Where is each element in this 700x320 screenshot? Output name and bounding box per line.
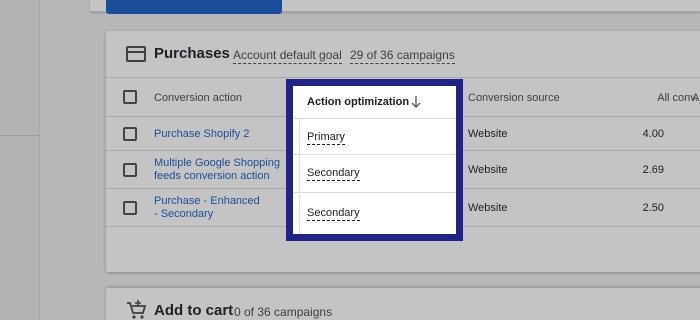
row-checkbox[interactable] [123,201,137,215]
select-all-checkbox[interactable] [123,90,137,104]
column-header-truncated[interactable]: A [692,92,699,104]
optimization-cell: Secondary [293,193,456,234]
purchases-title: Purchases [154,45,230,62]
row-checkbox[interactable] [123,127,137,141]
action-optimization-header[interactable]: Action optimization [293,86,456,119]
optimization-value[interactable]: Primary [307,131,345,145]
conversion-source-cell: Website [468,164,508,176]
arrow-down-icon[interactable] [410,95,422,109]
add-to-cart-title: Add to cart [154,302,234,319]
row-checkbox[interactable] [123,163,137,177]
conversion-source-cell: Website [468,202,508,214]
optimization-value[interactable]: Secondary [307,207,360,221]
left-nav-rail [0,0,40,320]
conversion-action-link[interactable]: Purchase Shopify 2 [154,128,284,141]
all-conv-cell: 4.00 [642,128,664,140]
optimization-value[interactable]: Secondary [307,167,360,181]
add-to-cart-card: Add to cart 0 of 36 campaigns [106,288,700,320]
optimization-cell: Secondary [293,155,456,193]
conversion-action-link[interactable]: Purchase - Enhanced - Secondary [154,195,264,221]
credit-card-icon [126,46,146,62]
column-header-conversion-action[interactable]: Conversion action [154,92,242,104]
add-to-cart-icon [127,300,147,319]
purchases-header: Purchases Account default goal 29 of 36 … [106,31,700,77]
column-header-all-conv[interactable]: All conv. [618,92,698,104]
campaigns-count-link[interactable]: 29 of 36 campaigns [350,48,455,64]
all-conv-cell: 2.69 [642,164,664,176]
column-header-action-optimization[interactable]: Action optimization [307,96,409,108]
all-conv-cell: 2.50 [642,202,664,214]
primary-action-button[interactable] [106,0,282,14]
action-optimization-column-highlight: Action optimization Primary Secondary Se… [286,79,463,241]
rail-divider [0,135,40,136]
conversion-action-link[interactable]: Multiple Google Shopping feeds conversio… [154,157,282,183]
account-default-goal-link[interactable]: Account default goal [233,48,342,64]
optimization-cell: Primary [293,119,456,155]
column-header-conversion-source[interactable]: Conversion source [468,92,560,104]
conversion-source-cell: Website [468,128,508,140]
add-to-cart-campaigns[interactable]: 0 of 36 campaigns [234,305,332,319]
